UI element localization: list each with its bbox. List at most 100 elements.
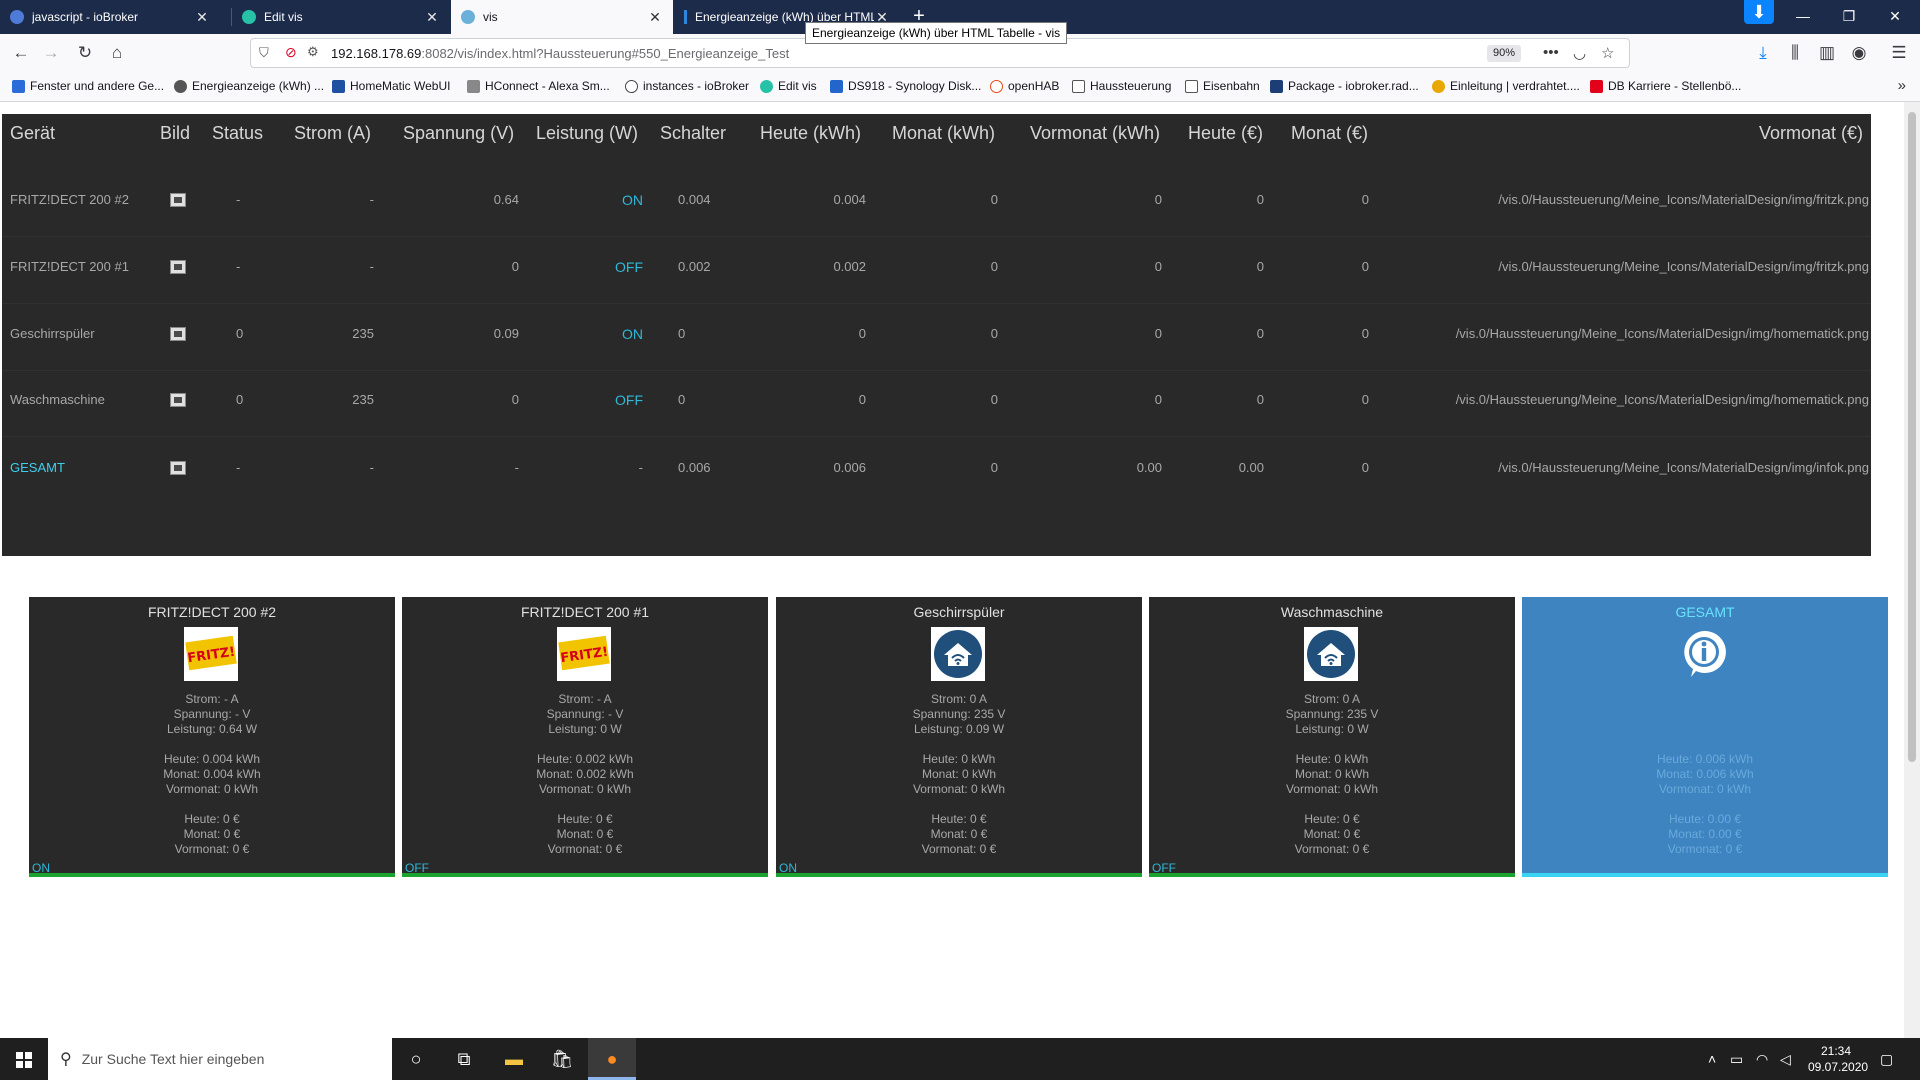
volume-icon[interactable]: ◁ [1780,1038,1791,1080]
scrollbar-thumb[interactable] [1908,112,1916,762]
cell-status: - [236,460,241,475]
bookmark-item[interactable]: openHAB [990,79,1059,93]
tab-vis[interactable]: vis ✕ [451,0,673,34]
monat-kwh-value: Monat: 0.004 kWh [163,767,261,781]
bookmark-label: openHAB [1008,79,1060,93]
cell-leistung[interactable]: OFF [615,259,643,275]
close-window-button[interactable]: ✕ [1872,0,1918,32]
device-card[interactable]: FRITZ!DECT 200 #1 FRITZ! Strom: - A Span… [402,597,768,877]
cost-values: Heute: 0 € Monat: 0 € Vormonat: 0 € [29,812,395,857]
bookmark-item[interactable]: HomeMatic WebUI [332,79,450,93]
header-heute-eur: Heute (€) [1188,123,1264,143]
cell-vormonat-eur: /vis.0/Haussteuerung/Meine_Icons/Materia… [1498,259,1869,274]
header-vormonat-kwh: Vormonat (kWh) [1030,123,1161,143]
pocket-icon[interactable]: ◡ [1573,44,1586,62]
total-card[interactable]: GESAMT Heute: 0.006 kWh Monat: 0.006 kWh… [1522,597,1888,877]
heute-eur-value: Heute: 0 € [184,812,240,826]
openhab-icon [990,79,1003,93]
tray-chevron-icon[interactable]: ˄ [1708,1038,1716,1080]
network-icon[interactable]: ◠ [1756,1038,1768,1080]
more-bookmarks-icon[interactable]: » [1898,77,1906,94]
task-view-icon[interactable]: ⧉ [440,1038,488,1080]
switch-state[interactable]: ON [779,861,797,875]
bookmark-item[interactable]: Edit vis [760,79,817,93]
taskbar-search[interactable]: ⚲ Zur Suche Text hier eingeben [48,1038,392,1080]
battery-icon[interactable]: ▭ [1730,1038,1743,1080]
permissions-icon[interactable]: ⚙ [307,44,319,60]
url-text[interactable]: 192.168.178.69:8082/vis/index.html?Hauss… [331,46,789,61]
reload-button[interactable]: ↻ [72,41,98,65]
bookmark-label: Eisenbahn [1203,79,1260,93]
tab-edit-vis[interactable]: Edit vis ✕ [232,0,450,34]
library-icon[interactable]: ⫼ [1782,41,1808,65]
sidebar-icon[interactable]: ▥ [1814,41,1840,65]
bookmark-label: HConnect - Alexa Sm... [485,79,610,93]
taskbar-clock[interactable]: 21:34 09.07.2020 [1808,1043,1868,1075]
file-explorer-icon[interactable]: ▬ [490,1038,538,1080]
strom-value: Strom: 0 A [930,692,988,706]
device-card[interactable]: Waschmaschine Strom: 0 A Spannung: 235 V… [1149,597,1515,877]
tracking-shield-icon[interactable]: ⛉ [259,45,269,61]
cell-status: - [236,192,241,207]
cell-leistung[interactable]: ON [622,192,643,208]
npm-icon [1270,79,1283,93]
start-button[interactable] [0,1038,48,1080]
cortana-icon[interactable]: ○ [392,1038,440,1080]
insecure-lock-icon[interactable]: ⊘ [285,44,297,61]
iobroker-gear-icon [10,10,24,24]
energy-values: Heute: 0 kWh Monat: 0 kWh Vormonat: 0 kW… [1149,752,1515,797]
notifications-icon[interactable]: ▢ [1880,1038,1893,1080]
device-card[interactable]: Geschirrspüler Strom: 0 A Spannung: 235 … [776,597,1142,877]
firefox-icon[interactable]: ● [588,1038,636,1080]
downloads-icon[interactable]: ⤓ [1750,41,1776,65]
home-button[interactable]: ⌂ [104,41,130,65]
bookmark-item[interactable]: DB Karriere - Stellenbö... [1590,79,1741,93]
zoom-indicator[interactable]: 90% [1487,45,1522,62]
page-actions-icon[interactable]: ••• [1543,44,1559,61]
restore-button[interactable]: ❐ [1826,0,1872,32]
bookmark-item[interactable]: Package - iobroker.rad... [1270,79,1419,93]
cell-leistung[interactable]: OFF [615,392,643,408]
cell-leistung[interactable]: ON [622,326,643,342]
bookmark-item[interactable]: Energieanzeige (kWh) ... [174,79,324,93]
bookmark-item[interactable]: Einleitung | verdrahtet.... [1432,79,1580,93]
broken-image-icon [170,461,186,475]
download-arrow-icon[interactable]: ⬇ [1744,0,1774,24]
broken-image-icon [170,260,186,274]
vertical-scrollbar[interactable] [1904,102,1920,1038]
switch-state[interactable]: OFF [1152,861,1176,875]
menu-icon[interactable]: ☰ [1886,41,1912,65]
close-tab-icon[interactable]: ✕ [647,9,663,26]
device-card[interactable]: FRITZ!DECT 200 #2 FRITZ! Strom: - A Span… [29,597,395,877]
cell-vormonat-kwh: 0 [1154,326,1162,341]
cell-schalter: 0 [678,392,686,407]
account-icon[interactable]: ◉ [1846,41,1872,65]
tab-javascript-iobroker[interactable]: javascript - ioBroker ✕ [0,0,220,34]
switch-state[interactable]: OFF [405,861,429,875]
cell-strom: - [369,460,374,475]
bookmark-item[interactable]: Fenster und andere Ge... [12,79,164,93]
bookmark-folder[interactable]: Haussteuerung [1072,79,1171,93]
row-separator [2,303,1871,304]
bookmark-item[interactable]: instances - ioBroker [625,79,749,93]
cost-values: Heute: 0 € Monat: 0 € Vormonat: 0 € [1149,812,1515,857]
close-tab-icon[interactable]: ✕ [194,9,210,26]
cell-leistung[interactable]: - [639,460,643,475]
cost-values: Heute: 0 € Monat: 0 € Vormonat: 0 € [402,812,768,857]
heute-kwh-value: Heute: 0.004 kWh [163,752,261,766]
row-separator [2,370,1871,371]
header-status: Status [212,123,264,143]
strom-value: Strom: 0 A [1303,692,1361,706]
bookmark-item[interactable]: DS918 - Synology Disk... [830,79,981,93]
cell-heute-eur: 0.00 [1238,460,1264,475]
back-button[interactable]: ← [8,41,34,65]
minimize-button[interactable]: — [1780,0,1826,32]
bookmark-folder[interactable]: Eisenbahn [1185,79,1260,93]
bookmark-star-icon[interactable]: ☆ [1601,44,1614,62]
bookmark-item[interactable]: HConnect - Alexa Sm... [467,79,610,93]
forward-button[interactable]: → [38,41,64,65]
cell-monat-kwh: 0 [990,259,998,274]
store-icon[interactable]: 🛍 [538,1038,586,1080]
switch-state[interactable]: ON [32,861,50,875]
close-tab-icon[interactable]: ✕ [424,9,440,26]
